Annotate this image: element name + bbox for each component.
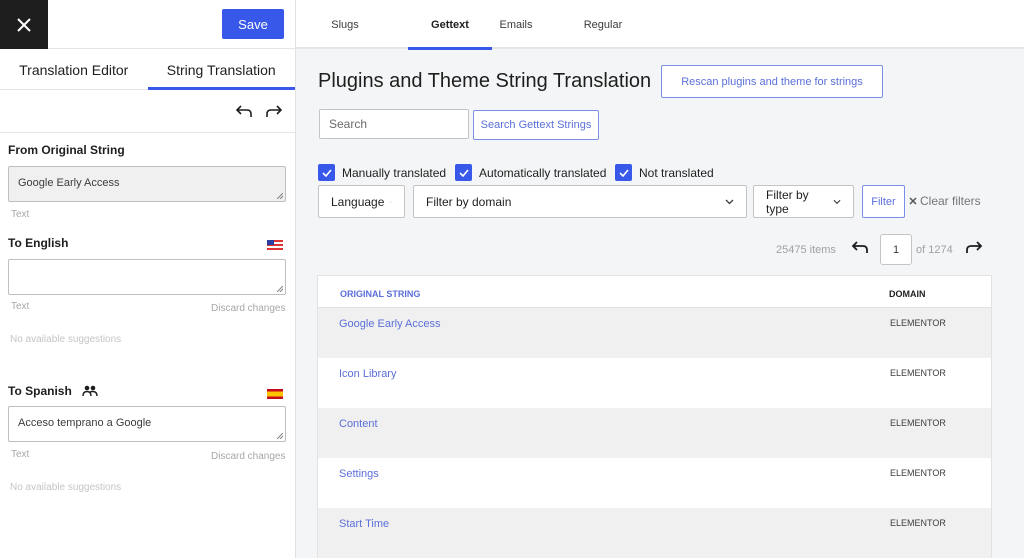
checkbox-label: Automatically translated: [479, 165, 607, 180]
spanish-translation-value: Acceso temprano a Google: [18, 417, 152, 429]
english-suggestions: No available suggestions: [10, 334, 122, 345]
type-select-value: Filter by type: [766, 187, 809, 216]
x-icon: [909, 197, 917, 205]
domain-select-value: Filter by domain: [426, 194, 512, 209]
es-flag-icon: [267, 389, 283, 399]
to-spanish-label: To Spanish: [8, 384, 72, 398]
checkbox-label: Manually translated: [342, 165, 447, 180]
tab-gettext[interactable]: Gettext: [408, 0, 492, 50]
checkbox-manually-translated[interactable]: Manually translated: [318, 164, 446, 181]
tab-emails[interactable]: Emails: [492, 0, 540, 49]
chevron-down-icon: [390, 201, 392, 202]
domain-select[interactable]: Filter by domain: [413, 185, 747, 218]
language-select-value: Language: [331, 194, 385, 209]
sidebar: Save Translation Editor String Translati…: [0, 0, 296, 558]
undo-button[interactable]: [235, 104, 252, 123]
row-original-string[interactable]: Icon Library: [339, 368, 396, 380]
users-icon: [82, 385, 98, 397]
resize-grip: [277, 193, 283, 199]
row-original-string[interactable]: Google Early Access: [339, 318, 441, 330]
row-domain: ELEMENTOR: [890, 368, 946, 378]
spanish-discard-changes[interactable]: Discard changes: [211, 451, 285, 462]
tab-string-translation[interactable]: String Translation: [147, 50, 296, 90]
page-total: of 1274: [916, 244, 953, 256]
close-icon: [17, 17, 31, 32]
us-flag-icon: [267, 240, 283, 250]
strings-table: ORIGINAL STRING DOMAIN Google Early Acce…: [317, 275, 992, 558]
row-domain: ELEMENTOR: [890, 318, 946, 328]
table-row[interactable]: Content ELEMENTOR: [318, 408, 991, 458]
next-page-button[interactable]: [965, 240, 983, 259]
english-type-label: Text: [11, 301, 30, 312]
redo-button[interactable]: [266, 104, 283, 123]
original-string-field: Google Early Access: [8, 166, 286, 202]
translation-app: Save Translation Editor String Translati…: [0, 0, 1024, 558]
spanish-translation-field[interactable]: Acceso temprano a Google: [8, 406, 286, 442]
row-original-string[interactable]: Settings: [339, 468, 379, 480]
redo-icon: [266, 105, 283, 117]
from-original-label: From Original String: [8, 143, 125, 157]
checkbox-checked[interactable]: [455, 164, 472, 181]
close-button[interactable]: [0, 0, 48, 49]
tab-regular[interactable]: Regular: [576, 0, 630, 49]
table-row[interactable]: Google Early Access ELEMENTOR: [318, 308, 991, 358]
search-gettext-button[interactable]: Search Gettext Strings: [473, 110, 599, 140]
checkbox-not-translated[interactable]: Not translated: [615, 164, 714, 181]
filter-button[interactable]: Filter: [862, 185, 905, 218]
language-select[interactable]: Language: [318, 185, 405, 218]
to-english-label: To English: [8, 236, 69, 250]
main-tabs: Slugs Gettext Emails Regular: [296, 0, 1024, 50]
save-button[interactable]: Save: [222, 9, 284, 39]
clear-filters-button[interactable]: Clear filters: [909, 194, 981, 208]
undo-icon: [235, 105, 252, 117]
checkbox-label: Not translated: [639, 165, 714, 180]
english-discard-changes[interactable]: Discard changes: [211, 303, 285, 314]
column-original-string[interactable]: ORIGINAL STRING: [340, 289, 420, 299]
checkbox-automatically-translated[interactable]: Automatically translated: [455, 164, 606, 181]
resize-grip[interactable]: [277, 286, 283, 292]
page-title: Plugins and Theme String Translation: [318, 70, 652, 92]
checkbox-checked[interactable]: [318, 164, 335, 181]
chevron-down-icon: [833, 199, 841, 204]
row-domain: ELEMENTOR: [890, 468, 946, 478]
items-count: 25475 items: [776, 244, 836, 256]
people-icon[interactable]: [82, 384, 98, 402]
clear-filters-label: Clear filters: [920, 194, 981, 208]
check-icon: [458, 168, 469, 177]
column-domain: DOMAIN: [889, 289, 926, 299]
row-domain: ELEMENTOR: [890, 518, 946, 528]
sidebar-tabs: Translation Editor String Translation: [0, 50, 295, 90]
original-string-value: Google Early Access: [18, 177, 120, 189]
table-header: ORIGINAL STRING DOMAIN: [318, 276, 991, 308]
check-icon: [321, 168, 332, 177]
tab-translation-editor[interactable]: Translation Editor: [0, 50, 148, 89]
undo-redo-bar: [0, 91, 295, 133]
table-row[interactable]: Icon Library ELEMENTOR: [318, 358, 991, 408]
row-original-string[interactable]: Start Time: [339, 518, 389, 530]
arrow-forward-icon: [966, 241, 983, 253]
arrow-back-icon: [851, 241, 868, 253]
check-icon: [618, 168, 629, 177]
spanish-type-label: Text: [11, 449, 30, 460]
row-original-string[interactable]: Content: [339, 418, 378, 430]
row-domain: ELEMENTOR: [890, 418, 946, 428]
resize-grip[interactable]: [277, 433, 283, 439]
previous-page-button[interactable]: [851, 240, 869, 259]
table-row[interactable]: Settings ELEMENTOR: [318, 458, 991, 508]
type-select[interactable]: Filter by type: [753, 185, 854, 218]
rescan-button[interactable]: Rescan plugins and theme for strings: [661, 65, 883, 98]
tab-slugs[interactable]: Slugs: [318, 0, 372, 49]
checkbox-checked[interactable]: [615, 164, 632, 181]
original-type-label: Text: [11, 209, 30, 220]
table-row[interactable]: Start Time ELEMENTOR: [318, 508, 991, 558]
page-number-input[interactable]: [880, 234, 912, 265]
sidebar-header: Save: [0, 0, 295, 49]
chevron-down-icon: [725, 199, 734, 204]
search-input[interactable]: [319, 109, 469, 139]
english-translation-field[interactable]: [8, 259, 286, 295]
spanish-suggestions: No available suggestions: [10, 482, 122, 493]
